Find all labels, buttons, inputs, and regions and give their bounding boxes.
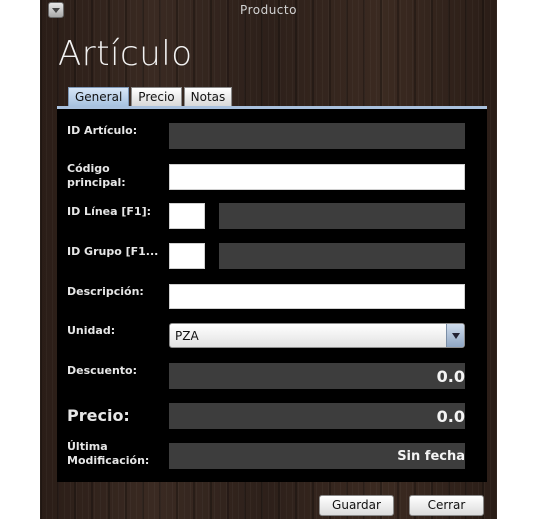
descuento-value: 0.0 [436,366,465,386]
unidad-label: Unidad: [67,324,116,337]
codigo-principal-label: Código principal: [67,162,126,190]
descuento-label: Descuento: [67,364,137,377]
id-grupo-label: ID Grupo [F1... [67,245,159,258]
chevron-down-icon [451,332,460,339]
guardar-button[interactable]: Guardar [319,495,394,516]
id-linea-name-field [219,203,465,229]
descripcion-field[interactable] [169,284,465,309]
descripcion-label: Descripción: [67,285,144,298]
cerrar-button[interactable]: Cerrar [409,495,484,516]
tab-general[interactable]: General [68,87,130,106]
id-linea-field[interactable] [169,203,205,229]
id-articulo-field[interactable] [169,123,465,149]
id-grupo-field[interactable] [169,243,205,269]
ultima-modificacion-label: Última Modificación: [67,440,149,468]
tab-precio[interactable]: Precio [131,87,182,106]
product-window: Producto Artículo General Precio Notas I… [40,0,497,519]
page-title: Artículo [58,34,193,74]
ultima-modificacion-label-line2: Modificación: [67,454,150,467]
window-titlebar: Producto [40,0,497,20]
unidad-dropdown-button[interactable] [446,324,464,347]
id-articulo-label: ID Artículo: [67,124,138,137]
precio-label: Precio: [67,406,130,425]
general-panel: ID Artículo: Código principal: ID Línea … [57,109,487,482]
unidad-select[interactable]: PZA [169,323,465,348]
id-grupo-name-field [219,243,465,269]
window-title: Producto [240,3,297,17]
codigo-principal-field[interactable] [169,164,465,190]
ultima-modificacion-label-line1: Última [67,440,108,453]
precio-field: 0.0 [169,403,465,429]
precio-value: 0.0 [436,406,465,426]
descuento-field: 0.0 [169,363,465,389]
ultima-modificacion-value: Sin fecha [397,448,465,464]
id-linea-label: ID Línea [F1]: [67,205,151,218]
tab-notas[interactable]: Notas [183,87,233,106]
ultima-modificacion-field: Sin fecha [169,443,465,469]
codigo-principal-label-line2: principal: [67,176,126,189]
unidad-selected-value: PZA [175,329,199,343]
codigo-principal-label-line1: Código [67,162,110,175]
tab-bar: General Precio Notas [68,87,234,107]
